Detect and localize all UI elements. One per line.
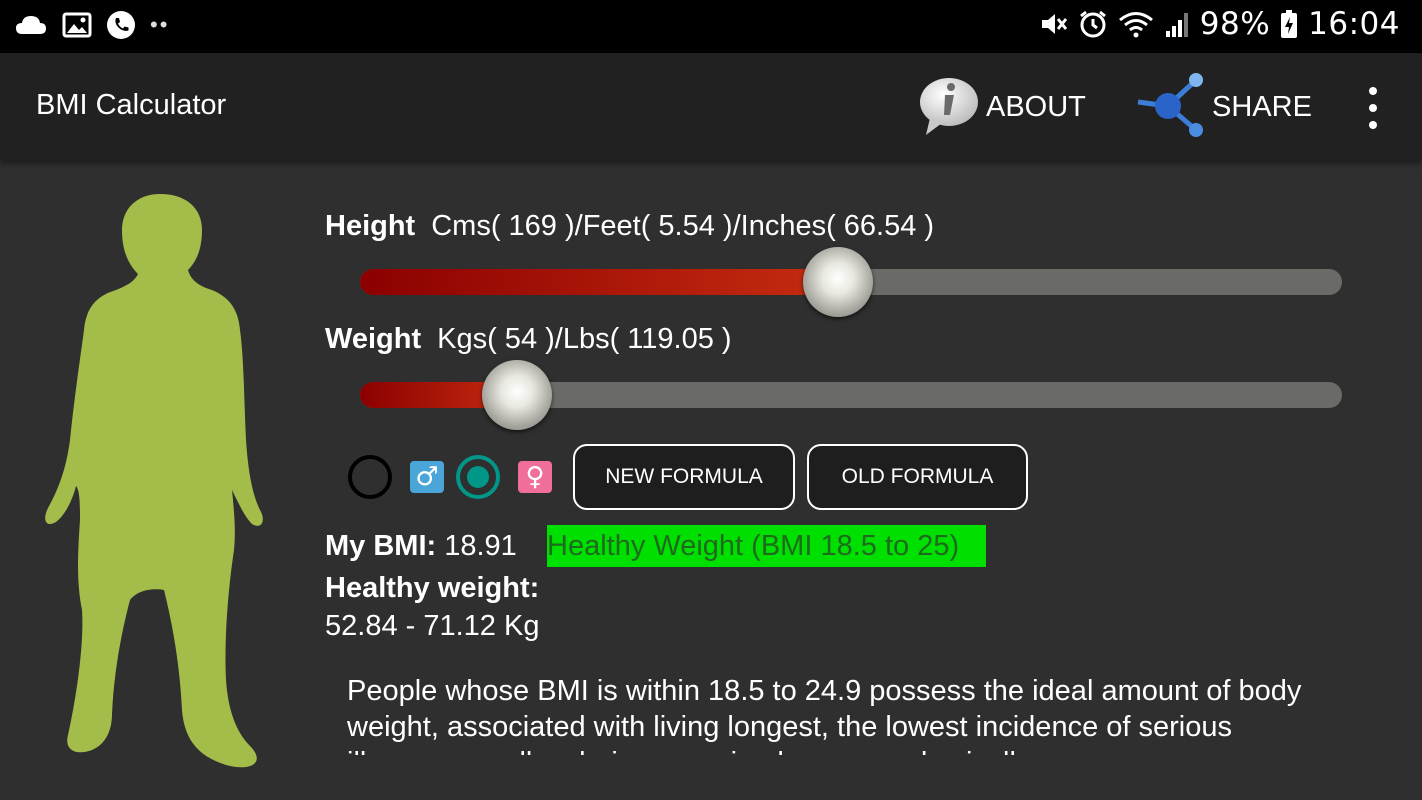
- battery-percent: 98%: [1199, 6, 1271, 42]
- wifi-icon: [1118, 12, 1153, 38]
- cloud-icon: [16, 16, 46, 34]
- female-icon: ♀: [518, 461, 552, 493]
- about-label: ABOUT: [986, 90, 1086, 123]
- share-label: SHARE: [1212, 90, 1312, 123]
- overflow-menu-icon[interactable]: [1358, 87, 1388, 129]
- height-label-row: Height Cms( 169 )/Feet( 5.54 )/Inches( 66…: [325, 210, 934, 243]
- bmi-result: My BMI: 18.91: [325, 530, 517, 563]
- old-formula-button[interactable]: OLD FORMULA: [807, 444, 1028, 510]
- clock: 16:04: [1308, 6, 1400, 42]
- app-title: BMI Calculator: [36, 89, 227, 121]
- weight-slider[interactable]: [360, 360, 1342, 430]
- app-bar: BMI Calculator ABOUT SHARE: [0, 53, 1422, 160]
- share-network-icon: [1137, 73, 1203, 137]
- height-slider-thumb[interactable]: [803, 247, 874, 317]
- share-button[interactable]: SHARE: [1136, 73, 1312, 139]
- bmi-category-badge: Healthy Weight (BMI 18.5 to 25): [547, 525, 986, 567]
- bmi-label: My BMI:: [325, 530, 437, 562]
- about-button[interactable]: ABOUT: [914, 75, 1086, 139]
- info-bubble-icon: [920, 78, 978, 135]
- status-right: 98% 16:04: [1038, 6, 1400, 42]
- weight-label: Weight: [325, 323, 422, 355]
- status-bar: •• 98% 16:04: [0, 0, 1422, 53]
- status-left: ••: [14, 10, 169, 40]
- healthy-weight-range: 52.84 - 71.12 Kg: [325, 610, 540, 642]
- bmi-value: 18.91: [444, 530, 517, 562]
- height-slider[interactable]: [360, 247, 1342, 317]
- height-value: Cms( 169 )/Feet( 5.54 )/Inches( 66.54 ): [431, 210, 935, 242]
- weight-slider-thumb[interactable]: [482, 360, 553, 430]
- healthy-weight-label: Healthy weight:: [325, 572, 540, 604]
- height-label: Height: [325, 210, 416, 242]
- mute-icon: [1041, 14, 1067, 34]
- female-radio[interactable]: [456, 455, 500, 499]
- phone-icon: [107, 11, 135, 39]
- image-icon: [62, 12, 92, 38]
- body-figure-shape: [45, 194, 263, 768]
- male-icon: ♂: [410, 461, 444, 493]
- new-formula-button[interactable]: NEW FORMULA: [573, 444, 795, 510]
- weight-value: Kgs( 54 )/Lbs( 119.05 ): [437, 323, 732, 355]
- battery-charging-icon: [1281, 10, 1298, 38]
- weight-label-row: Weight Kgs( 54 )/Lbs( 119.05 ): [325, 323, 732, 356]
- alarm-icon: [1079, 10, 1106, 38]
- bmi-description: People whose BMI is within 18.5 to 24.9 …: [347, 675, 1302, 755]
- male-radio[interactable]: [348, 455, 392, 499]
- signal-icon: [1165, 13, 1188, 37]
- notification-dots: ••: [150, 12, 170, 37]
- body-silhouette: [45, 194, 263, 768]
- height-slider-fill: [360, 269, 839, 295]
